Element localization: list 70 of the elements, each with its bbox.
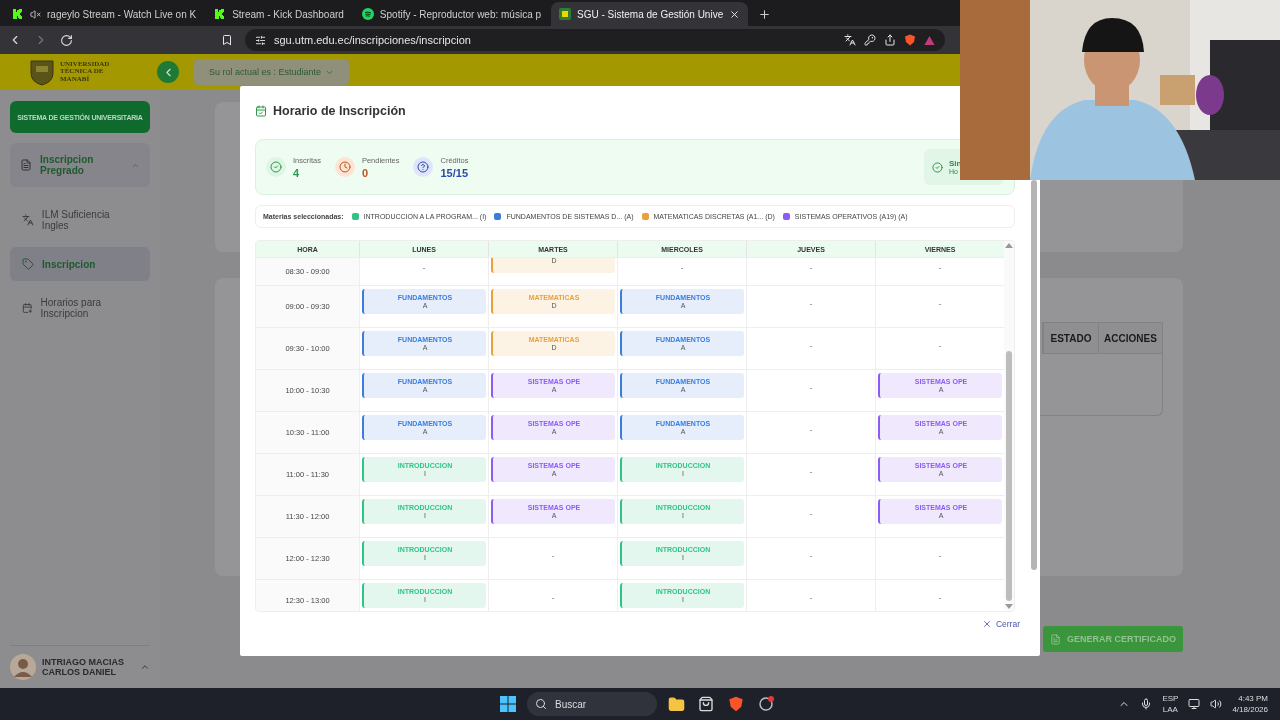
empty-mark: - [809,467,813,477]
windows-start-icon[interactable] [497,693,519,715]
share-icon[interactable] [884,34,896,46]
check-circle-icon [932,161,943,173]
empty-mark: - [551,551,555,561]
empty-mark: - [938,299,942,309]
volume-icon[interactable] [1210,698,1223,710]
browser-tab[interactable]: SGU - Sistema de Gestión Unive [551,2,749,26]
spotify-logo-icon [361,8,374,20]
empty-mark: - [680,263,684,273]
browser-tab[interactable]: Stream - Kick Dashboard [206,2,352,26]
document-icon [1050,633,1061,645]
stat-value: 15/15 [440,166,469,179]
search-icon [535,698,547,710]
empty-mark: - [938,341,942,351]
help-icon [413,157,434,177]
empty-mark: - [809,551,813,561]
browser-tab[interactable]: rageylo Stream - Watch Live on K [4,2,205,26]
table-header: ESTADO [1043,323,1098,353]
empty-mark: - [938,551,942,561]
close-icon [981,619,992,629]
empty-mark: - [809,299,813,309]
kick-logo-icon [12,8,24,20]
close-icon[interactable] [729,8,741,20]
empty-mark: - [551,593,555,603]
menu-item[interactable]: ILM Suficiencia Ingles [10,203,150,237]
chevron-up-icon[interactable] [140,662,150,672]
calendar-icon [255,105,267,117]
translate-icon [22,214,34,226]
empty-mark: - [809,383,813,393]
translate-icon[interactable] [844,34,856,46]
calendar-icon [22,302,33,314]
microphone-icon[interactable] [1140,698,1153,710]
bookmark-icon[interactable] [221,34,233,46]
close-button[interactable]: Cerrar [981,619,1020,629]
dialog-title: Horario de Inscripción [273,104,406,118]
site-settings-icon[interactable] [255,34,266,46]
avatar [10,654,36,680]
collapse-button[interactable] [157,61,179,83]
shield-icon[interactable] [904,34,916,46]
empty-mark: - [809,425,813,435]
crest-icon [28,58,56,86]
user-name: INTRIAGO MACIAS CARLOS DANIEL [42,657,125,677]
document-icon [20,159,32,171]
empty-mark: - [809,263,813,273]
stat-value: 4 [293,166,301,179]
menu-item[interactable]: Horarios para Inscripcion [10,291,150,325]
empty-mark: - [809,593,813,603]
kick-logo-icon [214,8,227,20]
empty-mark: - [938,593,942,603]
new-tab-icon[interactable] [758,8,772,21]
clock-icon [334,157,355,177]
empty-mark: - [938,263,942,273]
clock[interactable]: 4:43 PM 4/18/2026 [1232,693,1268,715]
empty-mark: - [809,341,813,351]
empty-mark: - [809,509,813,519]
table-header: ACCIONES [1098,323,1162,353]
stat-value: 0 [361,166,370,179]
network-icon[interactable] [1188,698,1201,710]
empty-mark: - [422,263,426,273]
address-field[interactable]: sgu.utm.edu.ec/inscripciones/inscripcion [274,34,471,46]
site-logo-icon [559,8,572,20]
browser-tab[interactable]: Spotify - Reproductor web: música p [353,2,550,26]
check-circle-icon [266,157,286,177]
key-icon[interactable] [864,34,876,46]
reload-icon[interactable] [60,33,73,47]
tag-icon [22,258,34,270]
language-indicator[interactable]: ESP LAA [1162,693,1179,715]
triangle-icon[interactable] [924,34,935,46]
search-field[interactable]: Buscar [527,692,657,716]
